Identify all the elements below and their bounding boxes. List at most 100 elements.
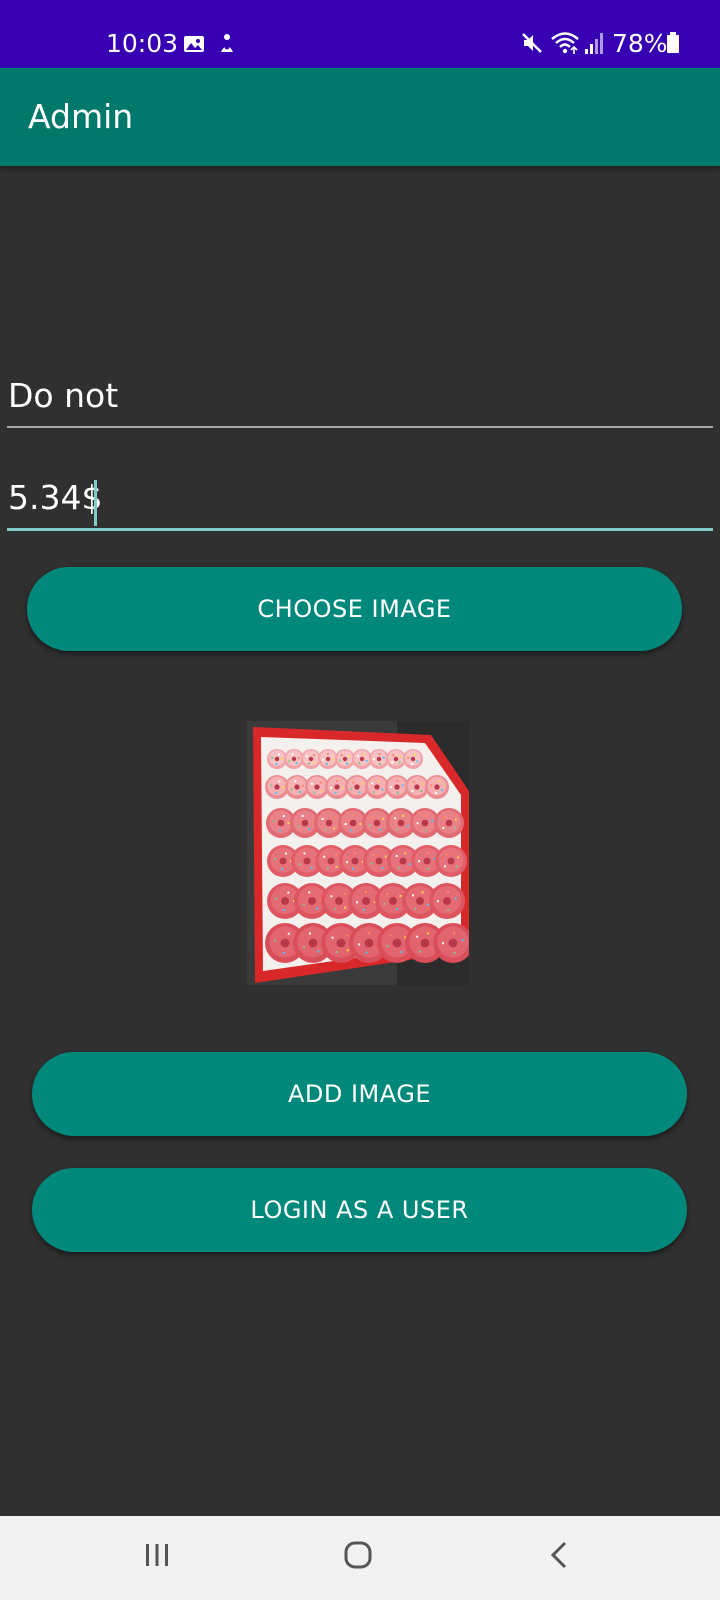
donut-hole xyxy=(414,784,420,790)
wifi-icon xyxy=(551,32,579,54)
sprinkle xyxy=(356,901,359,904)
signal-icon xyxy=(585,33,603,54)
sprinkle xyxy=(454,897,457,900)
donut-hole xyxy=(308,938,318,948)
sprinkle xyxy=(453,932,456,935)
donut-hole xyxy=(445,819,453,827)
sprinkle xyxy=(277,753,280,756)
donut-hole xyxy=(308,756,314,762)
sprinkle xyxy=(396,791,399,794)
sprinkle xyxy=(313,791,316,794)
sprinkle xyxy=(319,781,322,784)
sprinkle xyxy=(426,932,429,935)
sprinkle xyxy=(280,867,283,870)
sprinkle xyxy=(457,856,460,859)
add-image-button[interactable]: ADD IMAGE xyxy=(32,1052,687,1136)
sprinkle xyxy=(381,788,384,791)
sprinkle xyxy=(373,758,376,761)
sprinkle xyxy=(445,853,448,856)
donut-hole xyxy=(394,784,400,790)
sprinkle xyxy=(297,757,300,760)
donut-hole xyxy=(327,857,335,865)
sprinkle xyxy=(297,825,300,828)
sprinkle xyxy=(320,790,323,793)
donut-hole xyxy=(325,819,333,827)
sprinkle xyxy=(372,791,375,794)
donut-hole xyxy=(447,857,455,865)
recents-icon[interactable] xyxy=(143,1541,171,1569)
donut-hole xyxy=(277,819,285,827)
sprinkle xyxy=(453,826,456,829)
donut-hole xyxy=(281,897,289,905)
price-field[interactable] xyxy=(7,475,713,531)
sprinkle xyxy=(310,782,313,785)
donut-hole xyxy=(349,819,357,827)
sprinkle xyxy=(421,891,424,894)
sprinkle xyxy=(288,760,291,763)
sprinkle xyxy=(399,895,402,898)
sprinkle xyxy=(390,786,393,789)
donut-hole xyxy=(399,857,407,865)
donut-hole xyxy=(448,938,458,948)
sprinkle xyxy=(331,758,334,761)
sprinkle xyxy=(413,753,416,756)
sprinkle xyxy=(330,786,333,789)
sprinkle xyxy=(350,787,353,790)
sprinkle xyxy=(418,860,421,863)
sprinkle xyxy=(395,908,398,911)
sprinkle xyxy=(332,816,335,819)
donut-hole xyxy=(303,857,311,865)
sprinkle xyxy=(274,939,277,942)
sprinkle xyxy=(438,780,441,783)
sprinkle xyxy=(442,826,445,829)
sprinkle xyxy=(362,908,365,911)
sprinkle xyxy=(361,782,364,785)
choose-image-button[interactable]: CHOOSE IMAGE xyxy=(27,567,682,651)
sprinkle xyxy=(313,754,316,757)
home-icon[interactable] xyxy=(343,1540,373,1570)
sprinkle xyxy=(352,867,355,870)
sprinkle xyxy=(294,780,297,783)
sprinkle xyxy=(335,780,338,783)
sprinkle xyxy=(416,935,419,938)
sprinkle xyxy=(365,760,368,763)
sprinkle xyxy=(416,760,419,763)
sprinkle xyxy=(379,828,382,831)
donut-hole xyxy=(393,756,399,762)
sprinkle xyxy=(365,951,368,954)
login-as-user-button[interactable]: LOGIN AS A USER xyxy=(32,1168,687,1252)
sprinkle xyxy=(453,951,456,954)
text-cursor xyxy=(94,480,97,526)
sprinkle xyxy=(421,783,424,786)
sprinkle xyxy=(317,950,320,953)
sprinkle xyxy=(340,754,343,757)
sprinkle xyxy=(307,762,310,765)
sprinkle xyxy=(282,908,285,911)
sprinkle xyxy=(334,791,337,794)
sprinkle xyxy=(441,789,444,792)
sprinkle xyxy=(325,762,328,765)
sprinkle xyxy=(412,781,415,784)
sprinkle xyxy=(308,932,311,935)
sprinkle xyxy=(426,852,429,855)
donut-tray-image xyxy=(247,721,469,985)
sprinkle xyxy=(351,814,354,817)
sprinkle xyxy=(274,857,277,860)
name-field[interactable] xyxy=(7,372,713,428)
sprinkle xyxy=(399,755,402,758)
donut-hole xyxy=(334,784,340,790)
sprinkle xyxy=(299,791,302,794)
sprinkle xyxy=(404,852,407,855)
back-icon[interactable] xyxy=(548,1540,570,1570)
sprinkle xyxy=(456,865,459,868)
sprinkle xyxy=(386,893,389,896)
system-nav-bar xyxy=(0,1516,720,1600)
sprinkle xyxy=(346,861,349,864)
sprinkle xyxy=(330,895,333,898)
sprinkle xyxy=(322,758,325,761)
sprinkle xyxy=(386,945,389,948)
donut-hole xyxy=(373,819,381,827)
sprinkle xyxy=(315,907,318,910)
sprinkle xyxy=(367,932,370,935)
image-preview xyxy=(247,721,469,985)
